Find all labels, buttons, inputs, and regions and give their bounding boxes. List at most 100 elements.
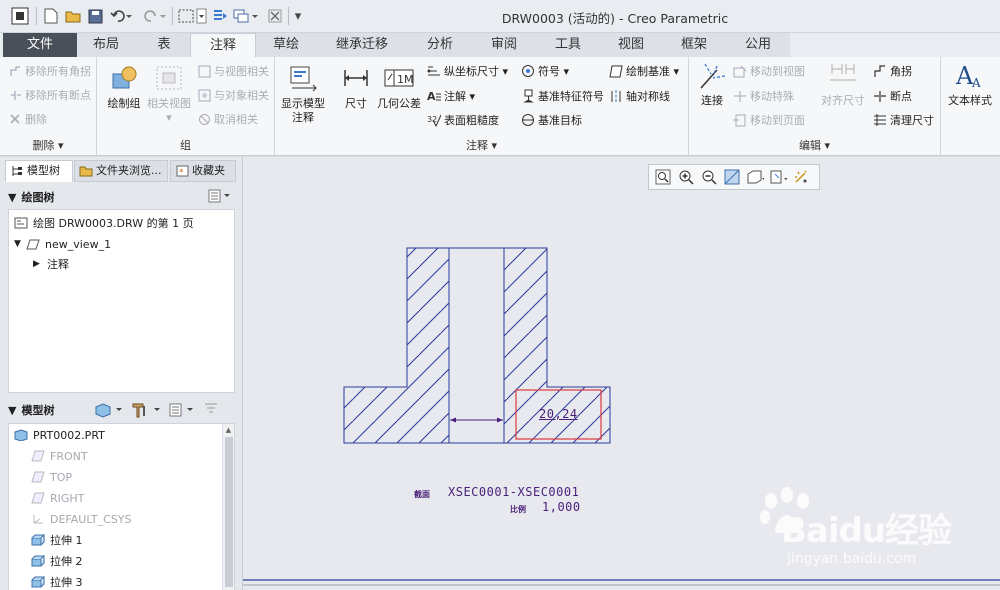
ordinate-dimension-button[interactable]: 纵坐标尺寸 ▾ [427, 63, 508, 79]
symbol-button[interactable]: 符号 ▾ [521, 63, 569, 79]
tree-row-extrude-3[interactable]: 拉伸 3 [31, 572, 83, 590]
related-view-label: 相关视图 [147, 97, 191, 110]
gtol-icon: 1M [383, 63, 415, 93]
tab-sketch[interactable]: 草绘 [256, 33, 316, 57]
related-view-icon [153, 63, 185, 93]
annotate-group-label[interactable]: 注释 ▾ [275, 137, 688, 153]
tree-filter-icon[interactable] [204, 403, 218, 417]
geometric-tolerance-label: 几何公差 [377, 97, 421, 110]
tab-favorites-label: 收藏夹 [192, 164, 225, 177]
tab-file[interactable]: 文件 [3, 33, 77, 57]
tab-legacy-migration[interactable]: 继承迁移 [316, 33, 408, 57]
tree-row-view[interactable]: ▼ new_view_1 [14, 234, 111, 254]
tree-row-annotations[interactable]: ▶ 注释 [33, 254, 69, 274]
scrollbar-thumb[interactable] [225, 437, 233, 587]
tab-frame[interactable]: 框架 [662, 33, 726, 57]
connect-button[interactable]: 连接 [693, 60, 731, 108]
model-tree-tools [94, 402, 218, 418]
axis-symmetry-button[interactable]: 轴对称线 [609, 88, 670, 104]
drawing-canvas[interactable]: 20,24 截面 XSEC0001-XSEC0001 比例 1,000 Baid… [242, 157, 1000, 590]
expand-arrow-icon[interactable]: ▶ [33, 259, 47, 269]
tree-row-extrude-1[interactable]: 拉伸 1 [31, 530, 83, 550]
tree-row-front-plane[interactable]: FRONT [31, 446, 88, 466]
model-tree-scrollbar[interactable]: ▲ [222, 424, 234, 590]
breakpoint-button[interactable]: 断点 [873, 88, 912, 104]
collapse-arrow-icon[interactable]: ▼ [8, 191, 16, 204]
delete-button[interactable]: 删除 [8, 111, 47, 127]
move-to-page-label: 移动到页面 [750, 114, 805, 127]
tab-layout[interactable]: 布局 [77, 33, 135, 57]
tab-common[interactable]: 公用 [726, 33, 790, 57]
related-view-button[interactable]: 相关视图 ▾ [143, 63, 195, 125]
move-to-view-button[interactable]: 移动到视图 [733, 63, 805, 79]
tab-model-tree[interactable]: 模型树 [5, 160, 73, 182]
section-name[interactable]: XSEC0001-XSEC0001 [448, 485, 579, 499]
remove-all-jogs-button[interactable]: 移除所有角拐 [8, 63, 91, 79]
expand-arrow-icon[interactable]: ▼ [14, 239, 26, 249]
show-annotations-icon [287, 63, 319, 93]
connect-label: 连接 [701, 94, 723, 107]
tab-tools[interactable]: 工具 [536, 33, 600, 57]
jog-button[interactable]: 角拐 [873, 63, 912, 79]
text-style-button[interactable]: AA 文本样式 [944, 60, 996, 108]
unrelate-button[interactable]: 取消相关 [197, 111, 258, 127]
tree-row-part[interactable]: PRT0002.PRT [14, 425, 105, 445]
edit-group: 连接 移动到视图 移动特殊 移动到页面 对齐尺寸 角拐 断点 清理尺寸 编辑 ▾ [689, 57, 941, 156]
tree-row-label: 拉伸 3 [50, 576, 83, 589]
draw-datum-button[interactable]: 绘制基准 ▾ [609, 63, 679, 79]
scale-value[interactable]: 1,000 [542, 500, 581, 514]
tree-row-right-plane[interactable]: RIGHT [31, 488, 84, 508]
tab-view[interactable]: 视图 [600, 33, 662, 57]
relate-to-view-button[interactable]: 与视图相关 [197, 63, 269, 79]
tree-row-label: RIGHT [50, 491, 85, 505]
move-special-button[interactable]: 移动特殊 [733, 88, 794, 104]
tab-annotate[interactable]: 注释 [190, 33, 256, 57]
dimension-button[interactable]: 尺寸 [337, 63, 375, 111]
tab-favorites[interactable]: * 收藏夹 [170, 160, 236, 182]
surface-finish-button[interactable]: 32 表面粗糙度 [427, 112, 499, 128]
relate-to-object-button[interactable]: 与对象相关 [197, 87, 269, 103]
geometric-tolerance-button[interactable]: 1M 几何公差 [375, 63, 423, 111]
remove-all-breaks-button[interactable]: 移除所有断点 [8, 87, 91, 103]
align-dimension-button[interactable]: 对齐尺寸 [817, 60, 869, 108]
tree-row-label: 拉伸 1 [50, 534, 83, 547]
datum-feature-symbol-button[interactable]: 基准特征符号 [521, 88, 604, 104]
tree-settings-icon[interactable] [168, 402, 200, 418]
group-group: 绘制组 相关视图 ▾ 与视图相关 与对象相关 取消相关 组 [97, 57, 275, 156]
move-to-page-button[interactable]: 移动到页面 [733, 112, 805, 128]
datum-feature-icon [521, 89, 535, 103]
tree-row-default-csys[interactable]: DEFAULT_CSYS [31, 509, 132, 529]
ribbon-tabs: 文件 布局 表 注释 草绘 继承迁移 分析 审阅 工具 视图 框架 公用 [0, 33, 1000, 57]
model-tree: ▲ PRT0002.PRT FRONT TOP RIGHT DEFAULT_CS… [8, 423, 235, 590]
cleanup-dimensions-label: 清理尺寸 [890, 114, 934, 127]
ribbon: 移除所有角拐 移除所有断点 删除 删除 ▾ 绘制组 相关视图 ▾ 与视图相关 与… [0, 57, 1000, 156]
move-special-icon [733, 89, 747, 103]
cleanup-dimensions-button[interactable]: 清理尺寸 [873, 112, 934, 128]
unrelate-label: 取消相关 [214, 113, 258, 126]
tree-row-label: DEFAULT_CSYS [50, 512, 132, 526]
drawing-tree-header: ▼ 绘图树 [8, 185, 236, 209]
dimension-value[interactable]: 20,24 [539, 407, 578, 421]
delete-group-label[interactable]: 删除 ▾ [0, 137, 96, 153]
datum-target-button[interactable]: 基准目标 [521, 112, 582, 128]
part-filter-icon[interactable] [94, 402, 126, 418]
tree-row-drawing-sheet[interactable]: 绘图 DRW0003.DRW 的第 1 页 [14, 213, 194, 233]
tree-row-top-plane[interactable]: TOP [31, 467, 72, 487]
symbol-icon [521, 64, 535, 78]
tab-review[interactable]: 审阅 [472, 33, 536, 57]
draw-group-button[interactable]: 绘制组 [103, 63, 145, 111]
collapse-arrow-icon[interactable]: ▼ [8, 404, 16, 417]
move-special-label: 移动特殊 [750, 90, 794, 103]
tree-row-extrude-2[interactable]: 拉伸 2 [31, 551, 83, 571]
show-model-annotations-button[interactable]: 显示模型 注释 [279, 63, 327, 125]
align-dimension-label: 对齐尺寸 [821, 94, 865, 107]
tab-table[interactable]: 表 [135, 33, 193, 57]
scale-label: 比例 [510, 505, 526, 514]
note-button[interactable]: A 注解 ▾ [427, 88, 475, 104]
edit-group-label[interactable]: 编辑 ▾ [689, 137, 940, 153]
tree-tools-icon[interactable] [130, 402, 164, 418]
tab-analysis[interactable]: 分析 [408, 33, 472, 57]
drawing-tree-settings-icon[interactable] [208, 189, 232, 206]
axis-symmetry-icon [609, 89, 623, 103]
tab-folder-browser[interactable]: 文件夹浏览... [74, 160, 168, 182]
